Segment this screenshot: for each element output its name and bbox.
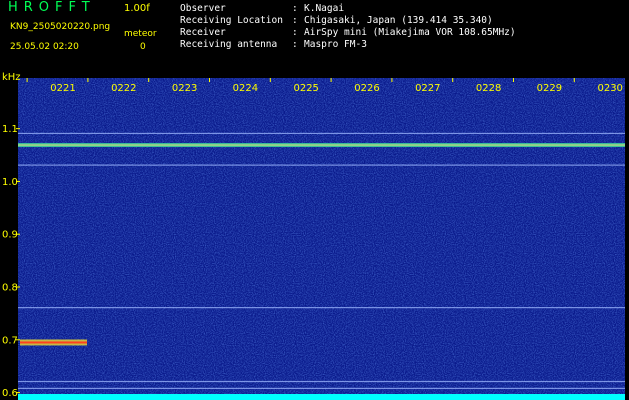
y-tick-label: 0.8 <box>2 283 18 294</box>
x-tick-label: 0221 <box>50 83 75 94</box>
x-tick-label: 0224 <box>233 83 258 94</box>
carrier-line <box>18 132 625 135</box>
y-tick-label: 0.9 <box>2 230 18 241</box>
x-tick-label: 0228 <box>476 83 501 94</box>
x-tick-mark <box>330 78 332 82</box>
x-tick-label: 0222 <box>111 83 136 94</box>
carrier-line <box>18 380 625 383</box>
x-tick-mark <box>209 78 210 82</box>
x-tick-label: 0227 <box>415 83 440 94</box>
x-tick-mark <box>452 78 454 82</box>
x-tick-mark <box>391 78 393 82</box>
x-tick-mark <box>87 78 89 82</box>
x-tick-mark <box>148 78 150 82</box>
y-tick-label: 0.7 <box>2 335 18 346</box>
y-tick-mark <box>16 339 20 341</box>
y-tick-label: 1.0 <box>2 177 18 188</box>
meteor-echo-core <box>20 341 87 344</box>
y-tick-mark <box>16 392 20 394</box>
y-tick-mark <box>16 180 20 182</box>
x-tick-mark <box>26 78 28 82</box>
y-tick-mark <box>16 128 20 130</box>
y-tick-label: 0.6 <box>2 388 18 399</box>
carrier-core <box>18 144 625 146</box>
x-tick-label: 0230 <box>597 83 622 94</box>
x-tick-label: 0223 <box>172 83 197 94</box>
carrier-line <box>18 387 625 389</box>
frequency-ticks: 1.1 1.0 0.9 0.8 0.7 0.6 <box>2 124 20 399</box>
y-tick-label: 1.1 <box>2 124 18 135</box>
carrier-line <box>18 307 625 309</box>
y-tick-mark <box>16 233 20 235</box>
x-tick-mark <box>573 78 575 82</box>
spectrogram-noise <box>18 78 625 400</box>
x-tick-mark <box>269 78 271 82</box>
x-tick-label: 0225 <box>293 83 318 94</box>
carrier-line <box>18 164 625 166</box>
meteor-echoes <box>20 339 87 346</box>
y-tick-mark <box>16 286 20 288</box>
x-tick-label: 0226 <box>354 83 379 94</box>
x-tick-mark <box>513 78 514 82</box>
y-axis-label: kHz <box>2 72 21 83</box>
noise-floor-trace <box>18 394 625 400</box>
spectrogram-chart: 0221 0222 0223 0224 0225 0226 0227 0228 0229 0230… <box>2 78 625 400</box>
x-tick-label: 0229 <box>537 83 562 94</box>
